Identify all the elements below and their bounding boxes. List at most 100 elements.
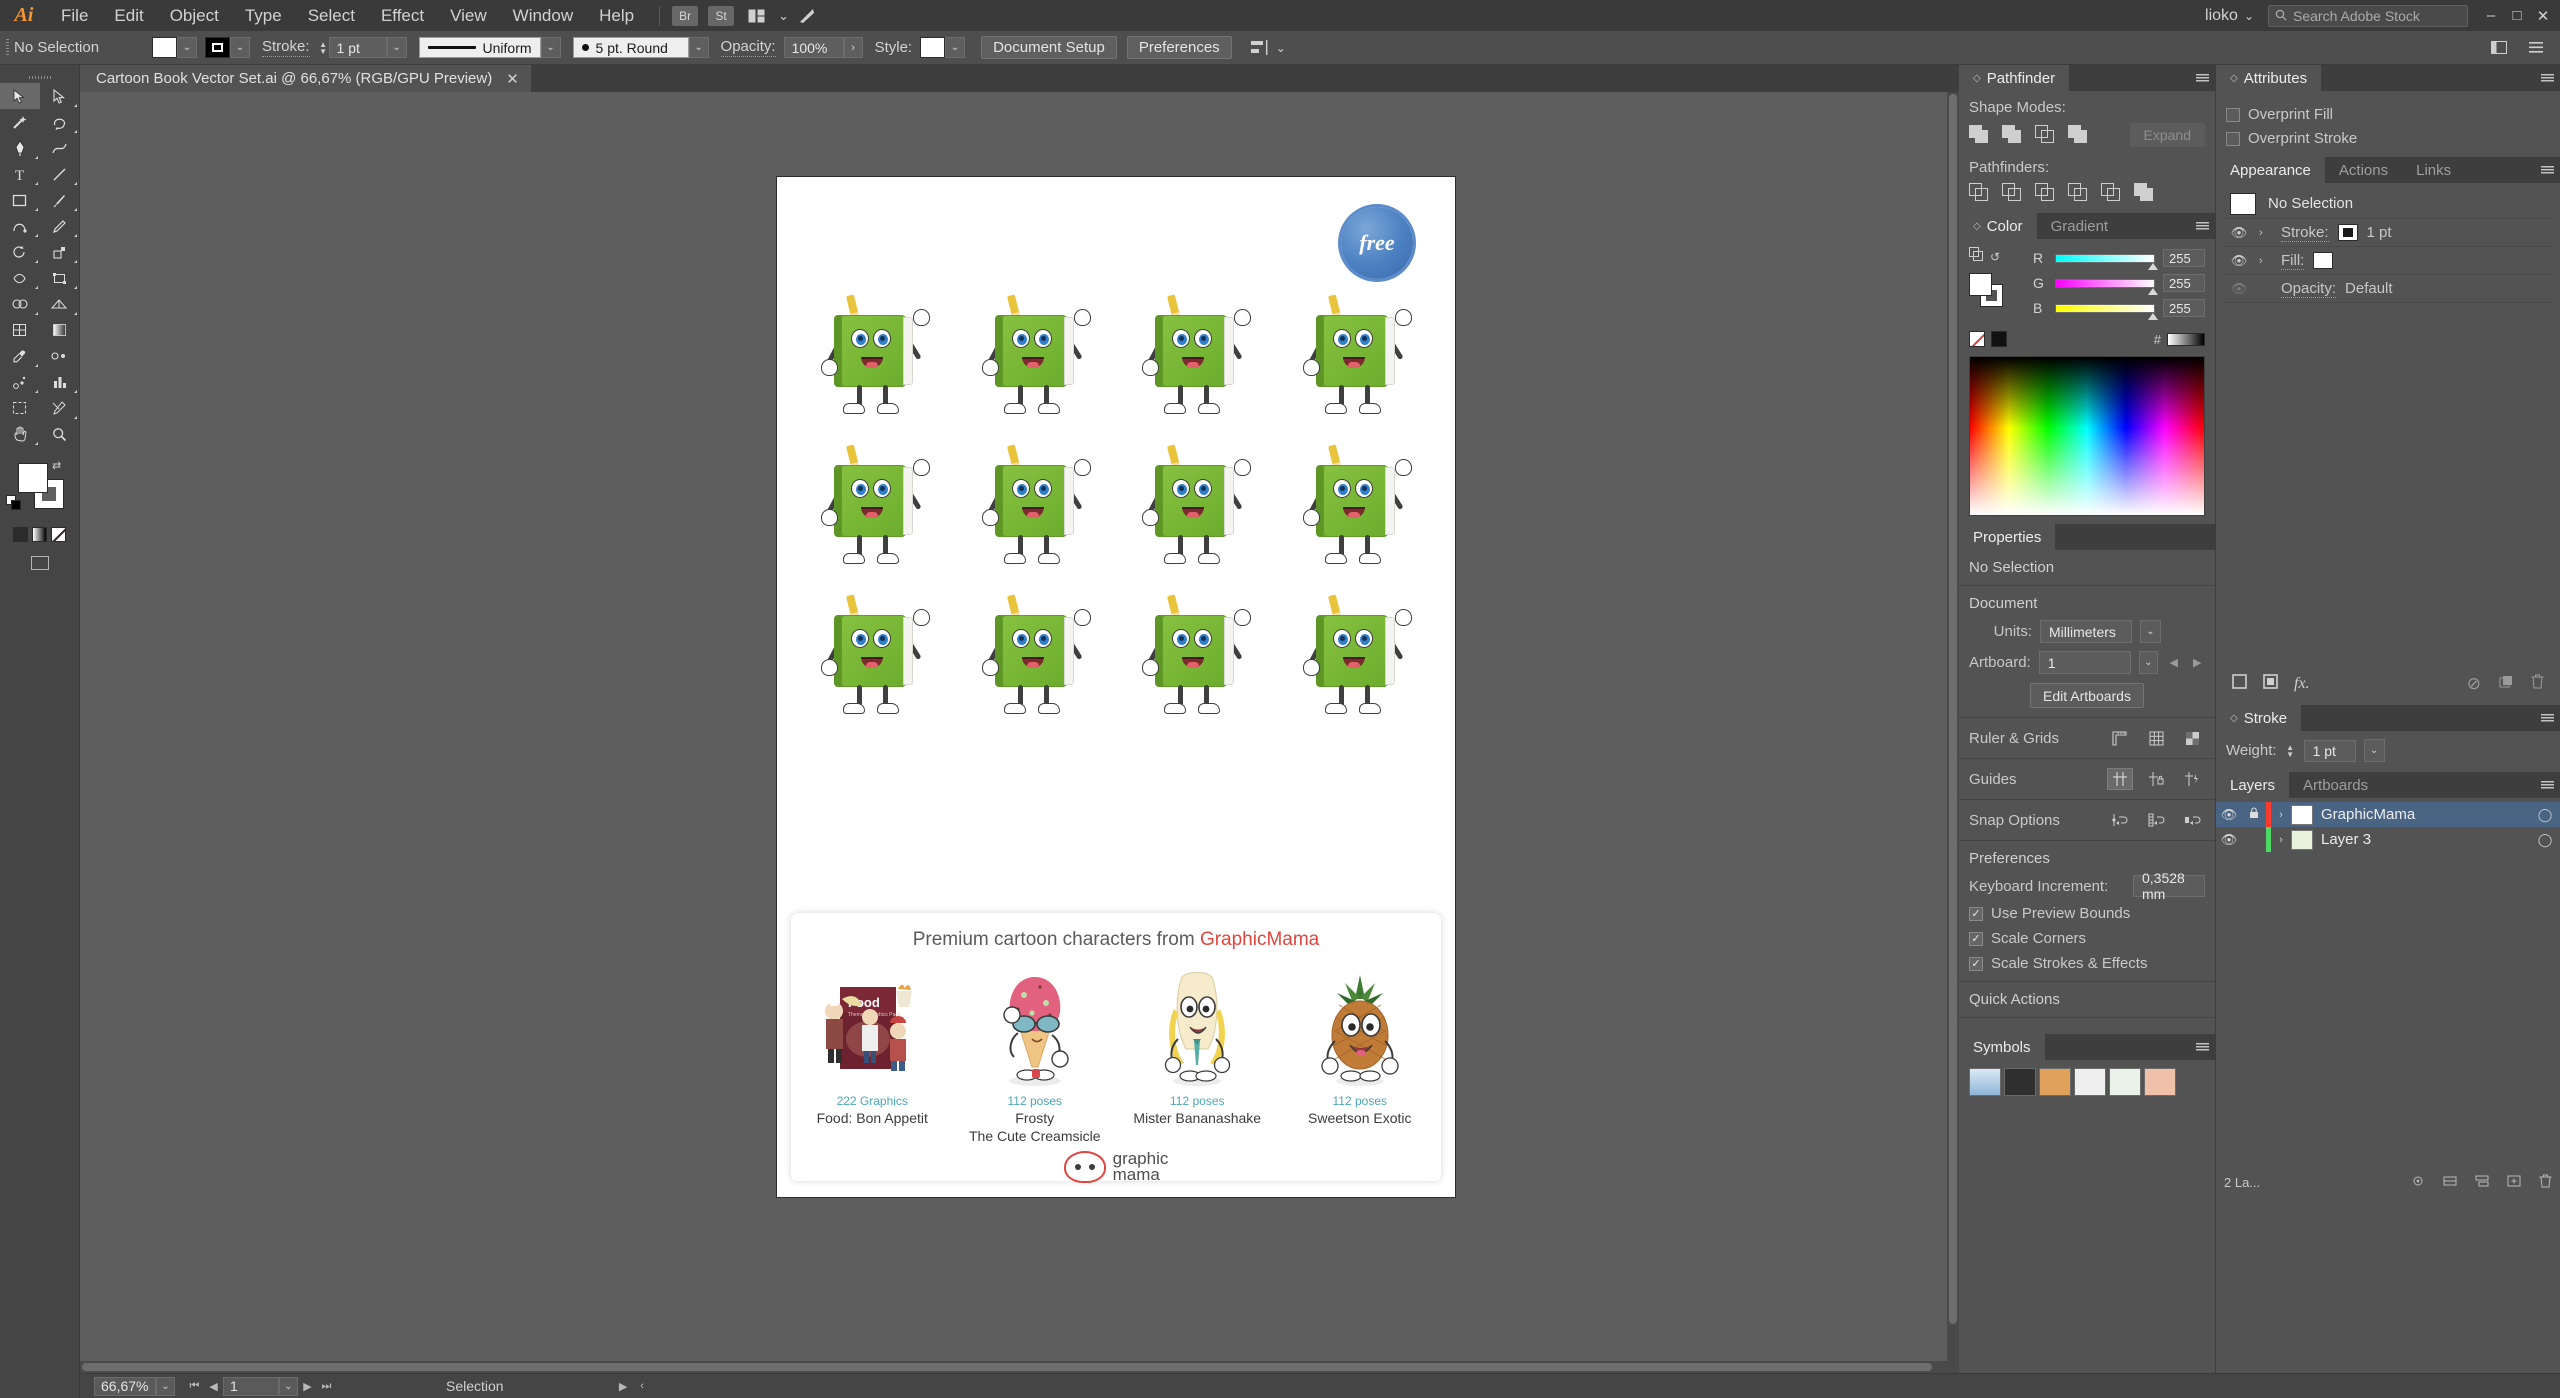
- symbols-panel-menu-icon[interactable]: [2189, 1034, 2215, 1060]
- book-character-4[interactable]: [1297, 279, 1417, 419]
- promo-card[interactable]: Food Themed Graphics Pack: [797, 961, 947, 1145]
- visibility-eye-icon[interactable]: 👁: [2228, 225, 2250, 241]
- attributes-panel-menu-icon[interactable]: [2534, 65, 2560, 91]
- stroke-weight-stepper[interactable]: ▲ ▼: [318, 37, 329, 58]
- minus-back-icon[interactable]: [2134, 183, 2156, 203]
- fill-swatch-dropdown[interactable]: ⌄: [177, 37, 197, 58]
- shaper-tool[interactable]: [0, 213, 40, 239]
- book-character-5[interactable]: [815, 429, 935, 569]
- selection-tool[interactable]: [0, 83, 40, 109]
- snap-to-point-icon[interactable]: [2107, 809, 2133, 831]
- type-tool[interactable]: T: [0, 161, 40, 187]
- opacity-input[interactable]: 100%: [783, 37, 844, 58]
- spectrum-ramp[interactable]: [2167, 332, 2205, 346]
- none-swatch[interactable]: [1969, 331, 1985, 347]
- add-new-fill-icon[interactable]: [2263, 674, 2278, 694]
- search-input[interactable]: Search Adobe Stock: [2268, 4, 2468, 27]
- maximize-button[interactable]: □: [2504, 0, 2530, 31]
- layer-row-layer-3[interactable]: 👁 › Layer 3 ◯: [2216, 827, 2560, 852]
- minimize-button[interactable]: –: [2478, 0, 2504, 31]
- crop-icon[interactable]: [2068, 183, 2090, 203]
- merge-icon[interactable]: [2035, 183, 2057, 203]
- artboard-select[interactable]: 1: [2038, 651, 2131, 674]
- opacity-label[interactable]: Opacity:: [720, 38, 776, 57]
- book-character-7[interactable]: [1136, 429, 1256, 569]
- artboard-1[interactable]: free Premium cartoon characters from Gra…: [777, 177, 1455, 1197]
- channel-slider-b[interactable]: [2055, 303, 2158, 320]
- gradient-tool[interactable]: [40, 317, 80, 343]
- graphic-style-swatch[interactable]: [920, 37, 946, 58]
- expand-button[interactable]: Expand: [2129, 123, 2205, 147]
- slice-tool[interactable]: [40, 395, 80, 421]
- show-grid-icon[interactable]: [2143, 727, 2169, 749]
- workspace-switcher-icon[interactable]: [2487, 38, 2511, 58]
- stroke-weight-input[interactable]: 1 pt: [328, 37, 387, 58]
- canvas-vertical-scrollbar[interactable]: [1947, 92, 1959, 1373]
- scale-corners-row[interactable]: ✓ Scale Corners: [1969, 930, 2205, 947]
- zoom-level-input[interactable]: 66,67%: [94, 1376, 156, 1396]
- align-chevron-down-icon[interactable]: ⌄: [1276, 41, 1286, 55]
- snap-to-grid-icon[interactable]: [2143, 809, 2169, 831]
- color-fill-stroke-proxy[interactable]: [1969, 273, 2005, 309]
- menu-type[interactable]: Type: [232, 0, 295, 31]
- symbol-sprayer-tool[interactable]: [0, 369, 40, 395]
- book-character-9[interactable]: [815, 579, 935, 719]
- preferences-button[interactable]: Preferences: [1126, 36, 1232, 59]
- control-bar-grip[interactable]: [0, 31, 14, 65]
- perspective-grid-tool[interactable]: [40, 291, 80, 317]
- promo-card[interactable]: 112 poses Mister Bananashake: [1122, 961, 1272, 1145]
- color-fill-mode[interactable]: [13, 527, 28, 542]
- close-button[interactable]: ✕: [2530, 0, 2556, 31]
- brush-definition-select[interactable]: 5 pt. Round: [572, 37, 689, 58]
- minus-front-icon[interactable]: [2002, 125, 2024, 145]
- channel-value-b[interactable]: 255: [2163, 299, 2205, 317]
- show-transparency-grid-icon[interactable]: [2179, 727, 2205, 749]
- menu-object[interactable]: Object: [157, 0, 232, 31]
- clear-appearance-icon[interactable]: ⊘: [2467, 674, 2481, 694]
- zoom-tool[interactable]: [40, 421, 80, 447]
- appearance-panel-menu-icon[interactable]: [2534, 157, 2560, 183]
- book-character-8[interactable]: [1297, 429, 1417, 569]
- appearance-opacity-label[interactable]: Opacity:: [2281, 280, 2337, 298]
- expand-chevron-icon[interactable]: ›: [2259, 255, 2272, 267]
- channel-slider-g[interactable]: [2055, 278, 2158, 295]
- appearance-stroke-row[interactable]: 👁 › Stroke: 1 pt: [2224, 219, 2552, 247]
- scale-strokes-effects-checkbox[interactable]: ✓: [1969, 956, 1983, 971]
- menu-view[interactable]: View: [437, 0, 500, 31]
- symbol-item[interactable]: [2109, 1068, 2141, 1096]
- units-chevron-down-icon[interactable]: ⌄: [2140, 620, 2161, 643]
- tab-stroke[interactable]: ◇ Stroke: [2216, 705, 2302, 731]
- target-circle-icon[interactable]: ◯: [2530, 807, 2560, 823]
- stroke-weight-dropdown[interactable]: ⌄: [386, 37, 407, 58]
- panel-menu-icon[interactable]: [2524, 38, 2548, 58]
- add-new-stroke-icon[interactable]: [2232, 674, 2247, 694]
- divide-icon[interactable]: [1969, 183, 1991, 203]
- stroke-weight-input[interactable]: 1 pt: [2303, 739, 2356, 762]
- lock-icon[interactable]: [2242, 807, 2266, 822]
- expand-chevron-icon[interactable]: ›: [2259, 227, 2272, 239]
- artboard-number-input[interactable]: 1: [223, 1376, 279, 1396]
- swap-fill-stroke-icon[interactable]: ⇄: [52, 459, 61, 472]
- menu-select[interactable]: Select: [295, 0, 368, 31]
- outline-icon[interactable]: [2101, 183, 2123, 203]
- appearance-stroke-swatch[interactable]: [2337, 224, 2358, 241]
- document-setup-button[interactable]: Document Setup: [981, 36, 1117, 59]
- stroke-profile-dropdown[interactable]: ⌄: [540, 37, 561, 58]
- rectangle-tool[interactable]: [0, 187, 40, 213]
- tab-appearance[interactable]: Appearance: [2216, 157, 2325, 183]
- stroke-weight-label[interactable]: Stroke:: [262, 38, 310, 57]
- pencil-tool[interactable]: [40, 213, 80, 239]
- document-tab[interactable]: Cartoon Book Vector Set.ai @ 66,67% (RGB…: [80, 65, 531, 92]
- color-spectrum[interactable]: [1969, 356, 2205, 516]
- pathfinder-panel-menu-icon[interactable]: [2189, 65, 2215, 91]
- symbol-item[interactable]: [1969, 1068, 2001, 1096]
- create-new-layer-icon[interactable]: [2507, 1174, 2521, 1191]
- channel-value-g[interactable]: 255: [2163, 274, 2205, 292]
- layers-panel-menu-icon[interactable]: [2534, 772, 2560, 798]
- menu-help[interactable]: Help: [586, 0, 647, 31]
- scale-tool[interactable]: [40, 239, 80, 265]
- tools-panel-grip[interactable]: [0, 71, 79, 83]
- tab-artboards[interactable]: Artboards: [2289, 772, 2382, 798]
- close-icon[interactable]: ✕: [506, 70, 519, 88]
- exclude-icon[interactable]: [2068, 125, 2090, 145]
